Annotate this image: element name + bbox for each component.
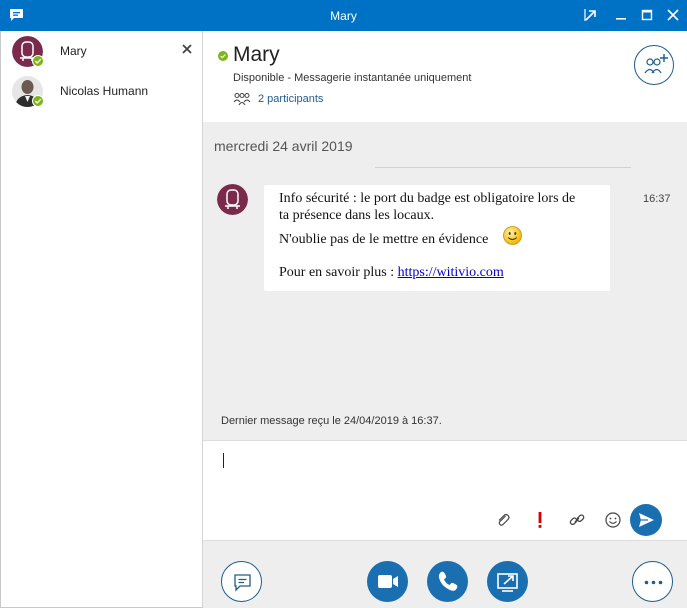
last-received-notice: Dernier message reçu le 24/04/2019 à 16:… (221, 415, 442, 427)
participants-link[interactable]: 2 participants (258, 93, 323, 105)
presence-available-icon (32, 55, 44, 67)
avatar (217, 184, 248, 215)
message-line: ta présence dans les locaux. (279, 208, 435, 223)
smiley-emoji-icon (503, 226, 522, 245)
message-line: N'oublie pas de le mettre en évidence (279, 232, 489, 247)
contact-name: Nicolas Humann (60, 84, 149, 98)
message-compose-area[interactable] (203, 440, 687, 540)
share-screen-icon (497, 573, 518, 592)
share-screen-button[interactable] (487, 561, 528, 602)
video-camera-icon (378, 575, 398, 588)
im-button[interactable] (221, 561, 262, 602)
presence-available-icon (32, 95, 44, 107)
title-bar: Mary (0, 0, 687, 31)
message-link[interactable]: https://witivio.com (398, 265, 504, 280)
close-window-icon[interactable] (664, 6, 682, 24)
high-importance-icon[interactable] (530, 510, 550, 530)
conversation-panel: Mary Disponible - Messagerie instantanée… (203, 31, 687, 608)
send-icon (639, 513, 654, 527)
date-divider (375, 167, 631, 168)
link-icon[interactable] (567, 510, 587, 530)
message-history: mercredi 24 avril 2019 Info sécurité : l… (203, 122, 687, 440)
emoticon-icon[interactable] (603, 510, 623, 530)
ellipsis-icon (644, 580, 663, 585)
contact-name: Mary (60, 44, 87, 58)
add-people-button[interactable] (634, 45, 674, 85)
add-people-icon (644, 54, 668, 74)
send-button[interactable] (630, 504, 662, 536)
more-options-button[interactable] (632, 561, 673, 602)
close-conversation-icon[interactable] (181, 43, 193, 55)
contact-item-mary[interactable]: Mary (1, 31, 203, 71)
message-line: Info sécurité : le port du badge est obl… (279, 191, 576, 206)
header-contact-name: Mary (233, 43, 280, 66)
minimize-icon[interactable] (612, 6, 630, 24)
phone-icon (438, 571, 458, 591)
text-caret (223, 453, 224, 468)
status-text: Disponible - Messagerie instantanée uniq… (233, 72, 472, 84)
video-call-button[interactable] (367, 561, 408, 602)
participants-icon[interactable] (233, 92, 251, 106)
chat-bubble-icon (234, 574, 251, 592)
maximize-icon[interactable] (638, 6, 656, 24)
message-line: Pour en savoir plus : https://witivio.co… (279, 265, 504, 281)
attachment-icon[interactable] (493, 510, 513, 530)
conversation-toolbar (203, 540, 687, 608)
conversation-list: Mary Nicolas Humann (0, 31, 203, 608)
conversation-header: Mary Disponible - Messagerie instantanée… (203, 31, 687, 122)
message-bubble: Info sécurité : le port du badge est obl… (264, 185, 610, 291)
date-separator: mercredi 24 avril 2019 (214, 138, 353, 154)
message-timestamp: 16:37 (643, 193, 671, 205)
audio-call-button[interactable] (427, 561, 468, 602)
presence-available-icon (218, 51, 228, 61)
message-text: Pour en savoir plus : (279, 265, 398, 280)
popout-icon[interactable] (582, 6, 600, 24)
contact-item-nicolas-humann[interactable]: Nicolas Humann (1, 71, 203, 111)
